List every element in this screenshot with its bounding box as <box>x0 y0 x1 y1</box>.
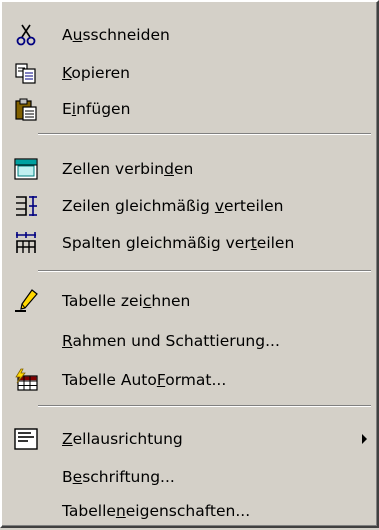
paste-icon <box>14 97 38 121</box>
merge-cells-icon <box>14 157 38 181</box>
menu-item-cut[interactable]: Ausschneiden <box>4 16 375 54</box>
menu-separator <box>38 405 371 407</box>
cell-alignment-icon <box>14 427 38 451</box>
menu-item-label: Rahmen und Schattierung... <box>62 332 280 350</box>
menu-item-cell-alignment[interactable]: Zellausrichtung <box>4 420 375 458</box>
menu-item-label: Einfügen <box>62 100 131 118</box>
menu-item-label: Spalten gleichmäßig verteilen <box>62 234 295 252</box>
scissors-icon <box>14 23 38 47</box>
menu-item-table-properties[interactable]: Tabelleneigenschaften... <box>4 492 375 530</box>
menu-item-borders-shading[interactable]: Rahmen und Schattierung... <box>4 322 375 360</box>
copy-icon <box>14 61 38 85</box>
menu-item-copy[interactable]: Kopieren <box>4 54 375 92</box>
menu-item-label: Zellen verbinden <box>62 160 194 178</box>
menu-item-table-autoformat[interactable]: Tabelle AutoFormat... <box>4 361 375 399</box>
menu-item-draw-table[interactable]: Tabelle zeichnen <box>4 282 375 320</box>
menu-item-label: Tabelle zeichnen <box>62 292 191 310</box>
submenu-arrow-icon <box>362 434 367 444</box>
menu-separator <box>38 270 371 272</box>
menu-item-paste[interactable]: Einfügen <box>4 90 375 128</box>
menu-item-merge-cells[interactable]: Zellen verbinden <box>4 150 375 188</box>
menu-item-label: Zeilen gleichmäßig verteilen <box>62 197 284 215</box>
pencil-icon <box>14 289 38 313</box>
menu-item-label: Tabelle AutoFormat... <box>62 371 227 389</box>
menu-item-distribute-columns[interactable]: Spalten gleichmäßig verteilen <box>4 224 375 262</box>
distribute-columns-icon <box>14 231 38 255</box>
menu-item-label: Zellausrichtung <box>62 430 183 448</box>
menu-item-distribute-rows[interactable]: Zeilen gleichmäßig verteilen <box>4 187 375 225</box>
table-autoformat-icon <box>14 368 38 392</box>
menu-item-caption[interactable]: Beschriftung... <box>4 458 375 496</box>
menu-item-label: Tabelleneigenschaften... <box>62 502 251 520</box>
menu-item-label: Kopieren <box>62 64 130 82</box>
distribute-rows-icon <box>14 194 38 218</box>
table-context-menu: Ausschneiden Kopieren Einfügen Zellen ve… <box>0 0 379 528</box>
menu-item-label: Ausschneiden <box>62 26 170 44</box>
menu-separator <box>38 133 371 135</box>
menu-item-label: Beschriftung... <box>62 468 175 486</box>
